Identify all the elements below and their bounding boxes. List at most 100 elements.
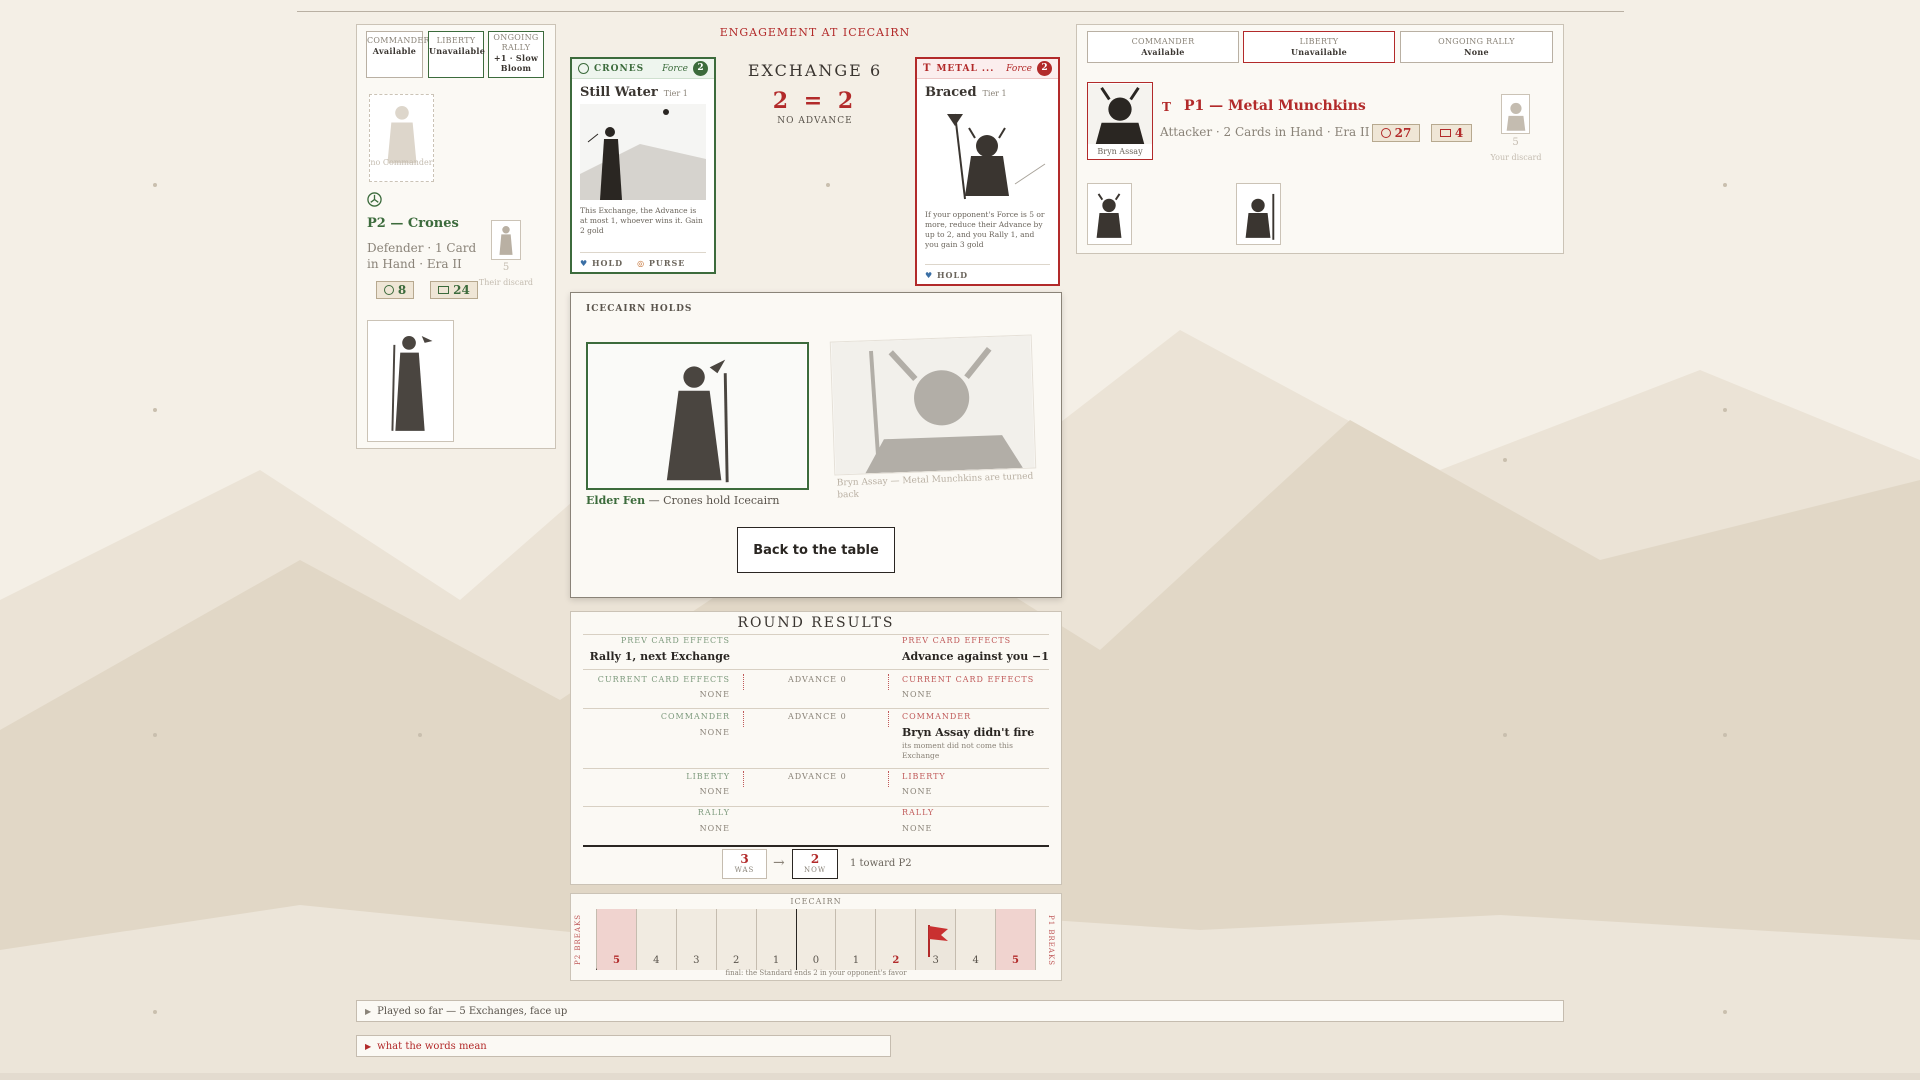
p1-units-chip: 4 <box>1431 124 1472 142</box>
winner-name: Elder Fen <box>586 494 646 507</box>
row-label-right: LIBERTY <box>902 772 946 781</box>
exchange-score: 2 = 2 <box>735 88 895 114</box>
status-value: None <box>1464 47 1489 57</box>
track: 5 4 3 2 1 0 1 2 3 4 5 <box>596 909 1036 970</box>
p1-commander-status[interactable]: COMMANDER Available <box>1087 31 1239 63</box>
track-cell: 1 <box>756 909 797 970</box>
purse-tag: ◎ PURSE <box>637 258 686 268</box>
track-cell-label: 0 <box>812 955 820 966</box>
was-label: WAS <box>734 866 755 874</box>
gold-icon <box>1380 128 1391 138</box>
status-label: LIBERTY <box>436 36 476 45</box>
track-cell-label: 2 <box>732 955 740 966</box>
card-foot: ♥ HOLD ◎ PURSE <box>580 252 706 268</box>
p2-liberty-status[interactable]: LIBERTY Unavailable <box>428 31 486 78</box>
score-operator: = <box>803 88 827 114</box>
score-left: 2 <box>772 88 793 114</box>
track-right-label: P1 BREAKS <box>1047 914 1055 966</box>
played-so-far-details[interactable]: ▶ Played so far — 5 Exchanges, face up <box>356 1000 1564 1022</box>
row-value-right: NONE <box>902 690 933 699</box>
status-label: COMMANDER <box>367 36 430 45</box>
p2-units: 24 <box>453 283 470 297</box>
loser-portrait <box>829 334 1037 476</box>
flag-icon <box>926 923 950 961</box>
triangle-right-icon: ▶ <box>365 1006 372 1016</box>
hammer-icon: T <box>923 63 932 74</box>
track-left-label: P2 BREAKS <box>574 914 582 966</box>
status-label: COMMANDER <box>1131 37 1195 46</box>
p1-discard-pile[interactable] <box>1501 94 1530 134</box>
winner-caption: Elder Fen — Crones hold Icecairn <box>586 494 779 507</box>
track-cell-label: 4 <box>972 955 979 966</box>
triangle-right-icon: ▶ <box>365 1041 372 1051</box>
track-title: ICECAIRN <box>790 897 842 906</box>
gold-icon <box>383 285 394 295</box>
p2-desc: Defender · 1 Card in Hand · Era II <box>367 241 477 271</box>
left-prev-value: Rally 1, next Exchange <box>589 650 730 663</box>
back-to-table-button[interactable]: Back to the table <box>737 527 895 573</box>
was-value: 3 <box>740 852 749 866</box>
divider-dots <box>743 771 744 787</box>
card-foot: ♥ HOLD <box>925 264 1050 280</box>
p1-units: 4 <box>1454 126 1464 140</box>
p1-rally-status[interactable]: ONGOING RALLY None <box>1400 31 1553 63</box>
p2-discard-pile[interactable] <box>491 220 521 260</box>
card-force-value: 2 <box>1037 61 1052 76</box>
card-header: T METAL ... Force 2 <box>917 59 1058 79</box>
p2-name: P2 — Crones <box>367 216 459 231</box>
row-label-left: COMMANDER <box>660 712 730 721</box>
units-icon <box>438 286 450 294</box>
card-art <box>925 104 1050 204</box>
card-faction: METAL ... <box>936 63 995 74</box>
shield-icon: ♥ <box>580 258 589 268</box>
track-cell: 1 <box>836 909 877 970</box>
p2-gold-chip: 8 <box>376 281 414 299</box>
right-prev-value: Advance against you −1 <box>902 650 1049 663</box>
now-value: 2 <box>810 852 820 866</box>
p2-commander-status[interactable]: COMMANDER Available <box>366 31 430 78</box>
crones-faction-icon <box>367 192 382 207</box>
card-force-value: 2 <box>693 61 708 76</box>
shield-icon: ♥ <box>925 270 934 280</box>
round-results-title: ROUND RESULTS <box>737 615 895 631</box>
now-box: 2 NOW <box>792 849 838 879</box>
hold-tag: ♥ HOLD <box>580 258 624 268</box>
holds-title: ICECAIRN HOLDS <box>586 304 693 314</box>
row-value-right: NONE <box>902 824 933 833</box>
card-still-water[interactable]: CRONES Force 2 Still Water Tier 1 This Ex… <box>570 57 716 274</box>
status-value: Available <box>1141 47 1185 57</box>
winner-text: — Crones hold Icecairn <box>645 494 780 507</box>
winner-portrait <box>586 342 809 490</box>
track-cell: 5 <box>996 909 1036 970</box>
card-braced[interactable]: T METAL ... Force 2 Braced Tier 1 If your… <box>915 57 1060 286</box>
card-title-row: Braced Tier 1 <box>917 79 1058 100</box>
row-rule <box>583 768 1049 769</box>
p2-hand-card[interactable] <box>367 320 454 442</box>
p1-commander-name: Bryn Assay <box>1097 147 1143 156</box>
track-cell: 5 <box>597 909 637 970</box>
card-tier: Tier 1 <box>982 89 1007 98</box>
p2-rally-status[interactable]: ONGOING RALLY +1 · Slow Bloom <box>488 31 544 78</box>
p1-name: P1 — Metal Munchkins <box>1184 98 1366 114</box>
card-force-label: Force <box>1006 63 1032 74</box>
p1-hand-card[interactable] <box>1087 183 1132 245</box>
status-value: Available <box>372 46 417 56</box>
card-title: Braced <box>925 85 977 100</box>
toward-text: 1 toward P2 <box>850 858 912 869</box>
p1-liberty-status[interactable]: LIBERTY Unavailable <box>1243 31 1395 63</box>
words-details[interactable]: ▶ what the words mean <box>356 1035 891 1057</box>
p1-hand-card[interactable] <box>1236 183 1281 245</box>
row-value-left: NONE <box>699 824 730 833</box>
arrow-right-icon: → <box>773 855 785 871</box>
row-value-left: NONE <box>699 787 730 796</box>
was-box: 3 WAS <box>722 849 767 879</box>
p2-discard-count: 5 <box>502 262 510 273</box>
card-title-row: Still Water Tier 1 <box>572 79 714 100</box>
track-cell-label: 4 <box>653 955 660 966</box>
row-advance: ADVANCE 0 <box>788 772 847 781</box>
card-text: This Exchange, the Advance is at most 1,… <box>580 206 703 235</box>
track-cell: 0 <box>796 909 837 970</box>
status-value: Unavailable <box>429 46 486 56</box>
divider-dots <box>743 674 744 690</box>
track-cell-label: 3 <box>693 955 700 966</box>
